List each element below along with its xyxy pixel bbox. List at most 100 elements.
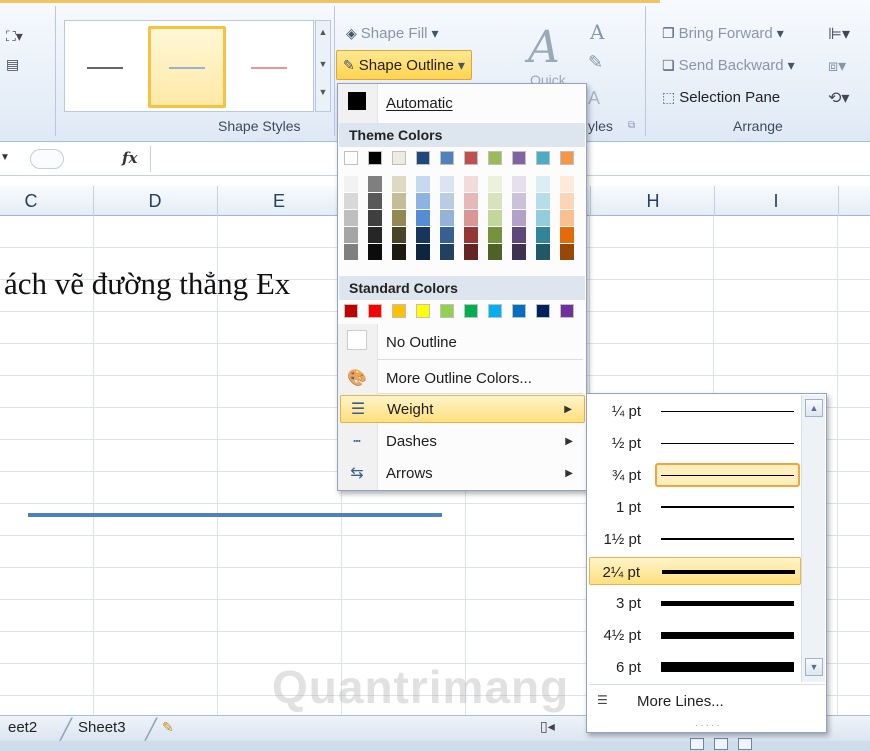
scroll-up-icon[interactable]: ▲: [805, 399, 823, 417]
page-layout-view-icon[interactable]: [714, 738, 728, 750]
gallery-style-red-line[interactable]: [251, 67, 287, 69]
send-backward-button[interactable]: ❏ Send Backward ▾: [662, 57, 795, 74]
theme-shade-swatch[interactable]: [488, 176, 502, 192]
gallery-scrollbar[interactable]: ▲ ▼ ▼: [315, 20, 331, 112]
theme-shade-swatch[interactable]: [488, 227, 502, 243]
standard-color-swatch[interactable]: [416, 304, 430, 318]
theme-color-swatch[interactable]: [368, 151, 382, 165]
sheet-tab-sheet3[interactable]: Sheet3: [78, 719, 126, 736]
resize-grip[interactable]: ·····: [695, 720, 722, 731]
weight-option[interactable]: ¼ pt: [589, 397, 801, 425]
column-header-d[interactable]: D: [145, 191, 165, 212]
sheet-tab-sheet2[interactable]: eet2: [8, 719, 37, 736]
weight-item[interactable]: ☰ Weight ▶: [340, 395, 585, 423]
scroll-down-icon[interactable]: ▼: [805, 658, 823, 676]
column-header-e[interactable]: E: [269, 191, 289, 212]
standard-color-swatch[interactable]: [440, 304, 454, 318]
weight-option[interactable]: ¾ pt: [589, 461, 801, 489]
theme-shade-swatch[interactable]: [440, 210, 454, 226]
theme-shade-swatch[interactable]: [416, 193, 430, 209]
insert-shapes-icons[interactable]: ⛶▾ ▤: [6, 22, 23, 78]
theme-color-swatch[interactable]: [560, 151, 574, 165]
bring-forward-button[interactable]: ❐ Bring Forward ▾: [662, 25, 784, 42]
theme-shade-swatch[interactable]: [488, 193, 502, 209]
automatic-color-item[interactable]: Automatic: [340, 89, 585, 117]
theme-shade-swatch[interactable]: [560, 210, 574, 226]
theme-color-swatch[interactable]: [512, 151, 526, 165]
shape-outline-button[interactable]: ✎ Shape Outline ▾: [336, 50, 472, 80]
theme-shade-swatch[interactable]: [512, 210, 526, 226]
theme-shade-swatch[interactable]: [368, 193, 382, 209]
theme-shade-swatch[interactable]: [392, 193, 406, 209]
theme-color-swatch[interactable]: [488, 151, 502, 165]
theme-shade-swatch[interactable]: [440, 193, 454, 209]
shape-styles-gallery[interactable]: [64, 20, 314, 112]
arrows-item[interactable]: ⇆ Arrows ▶: [340, 459, 585, 487]
theme-shade-swatch[interactable]: [368, 244, 382, 260]
theme-shade-swatch[interactable]: [416, 176, 430, 192]
rotate-icon[interactable]: ⟲▾: [828, 88, 849, 108]
theme-shade-swatch[interactable]: [392, 227, 406, 243]
standard-color-swatch[interactable]: [488, 304, 502, 318]
theme-shade-swatch[interactable]: [368, 176, 382, 192]
theme-shade-swatch[interactable]: [512, 227, 526, 243]
theme-shade-swatch[interactable]: [368, 227, 382, 243]
theme-shade-swatch[interactable]: [344, 193, 358, 209]
gallery-more-icon[interactable]: ▼: [318, 87, 328, 97]
standard-color-swatch[interactable]: [536, 304, 550, 318]
cell-text[interactable]: ách vẽ đường thẳng Ex: [4, 266, 290, 302]
theme-color-swatch[interactable]: [464, 151, 478, 165]
theme-shade-swatch[interactable]: [464, 244, 478, 260]
theme-shade-swatch[interactable]: [392, 244, 406, 260]
selection-pane-button[interactable]: ⬚ Selection Pane: [662, 89, 780, 106]
weight-option[interactable]: ½ pt: [589, 429, 801, 457]
more-outline-colors-item[interactable]: 🎨 More Outline Colors...: [340, 364, 585, 392]
theme-shade-swatch[interactable]: [416, 210, 430, 226]
dialog-launcher-icon[interactable]: ⧉: [628, 120, 635, 131]
weight-option[interactable]: 2¼ pt: [589, 557, 801, 585]
page-break-view-icon[interactable]: [738, 738, 752, 750]
name-box-dropdown-icon[interactable]: ▼: [0, 152, 10, 163]
weight-scrollbar[interactable]: ▲ ▼: [801, 395, 825, 682]
theme-shade-swatch[interactable]: [464, 227, 478, 243]
theme-shade-swatch[interactable]: [344, 210, 358, 226]
theme-shade-swatch[interactable]: [512, 176, 526, 192]
theme-shade-swatch[interactable]: [512, 193, 526, 209]
theme-shade-swatch[interactable]: [416, 227, 430, 243]
text-box-icon[interactable]: ▤: [6, 50, 23, 78]
theme-shade-swatch[interactable]: [488, 210, 502, 226]
standard-color-swatch[interactable]: [560, 304, 574, 318]
weight-option[interactable]: 1 pt: [589, 493, 801, 521]
gallery-up-icon[interactable]: ▲: [318, 27, 328, 37]
theme-color-swatch[interactable]: [392, 151, 406, 165]
text-outline-icon[interactable]: ✎: [588, 52, 603, 73]
column-header-i[interactable]: I: [766, 191, 786, 212]
formula-bar-expand-control[interactable]: [30, 149, 64, 169]
align-icon[interactable]: ⊫▾: [828, 24, 850, 44]
no-outline-item[interactable]: No Outline: [340, 328, 585, 356]
theme-shade-swatch[interactable]: [512, 244, 526, 260]
theme-shade-swatch[interactable]: [536, 193, 550, 209]
standard-color-swatch[interactable]: [464, 304, 478, 318]
theme-color-swatch[interactable]: [344, 151, 358, 165]
gallery-style-blue-line[interactable]: [169, 67, 205, 69]
theme-shade-swatch[interactable]: [464, 176, 478, 192]
theme-shade-swatch[interactable]: [536, 244, 550, 260]
theme-shade-swatch[interactable]: [368, 210, 382, 226]
theme-shade-swatch[interactable]: [536, 210, 550, 226]
wordart-quick-styles-icon[interactable]: A: [528, 22, 560, 73]
standard-color-swatch[interactable]: [392, 304, 406, 318]
theme-shade-swatch[interactable]: [560, 193, 574, 209]
dashes-item[interactable]: ┅ Dashes ▶: [340, 427, 585, 455]
theme-shade-swatch[interactable]: [416, 244, 430, 260]
normal-view-icon[interactable]: [690, 738, 704, 750]
weight-option[interactable]: 1½ pt: [589, 525, 801, 553]
theme-shade-swatch[interactable]: [488, 244, 502, 260]
theme-shade-swatch[interactable]: [536, 227, 550, 243]
theme-shade-swatch[interactable]: [440, 244, 454, 260]
column-header-c[interactable]: C: [21, 191, 41, 212]
text-effects-icon[interactable]: A: [588, 88, 600, 109]
text-fill-icon[interactable]: A: [590, 20, 604, 44]
theme-shade-swatch[interactable]: [344, 227, 358, 243]
standard-color-swatch[interactable]: [344, 304, 358, 318]
